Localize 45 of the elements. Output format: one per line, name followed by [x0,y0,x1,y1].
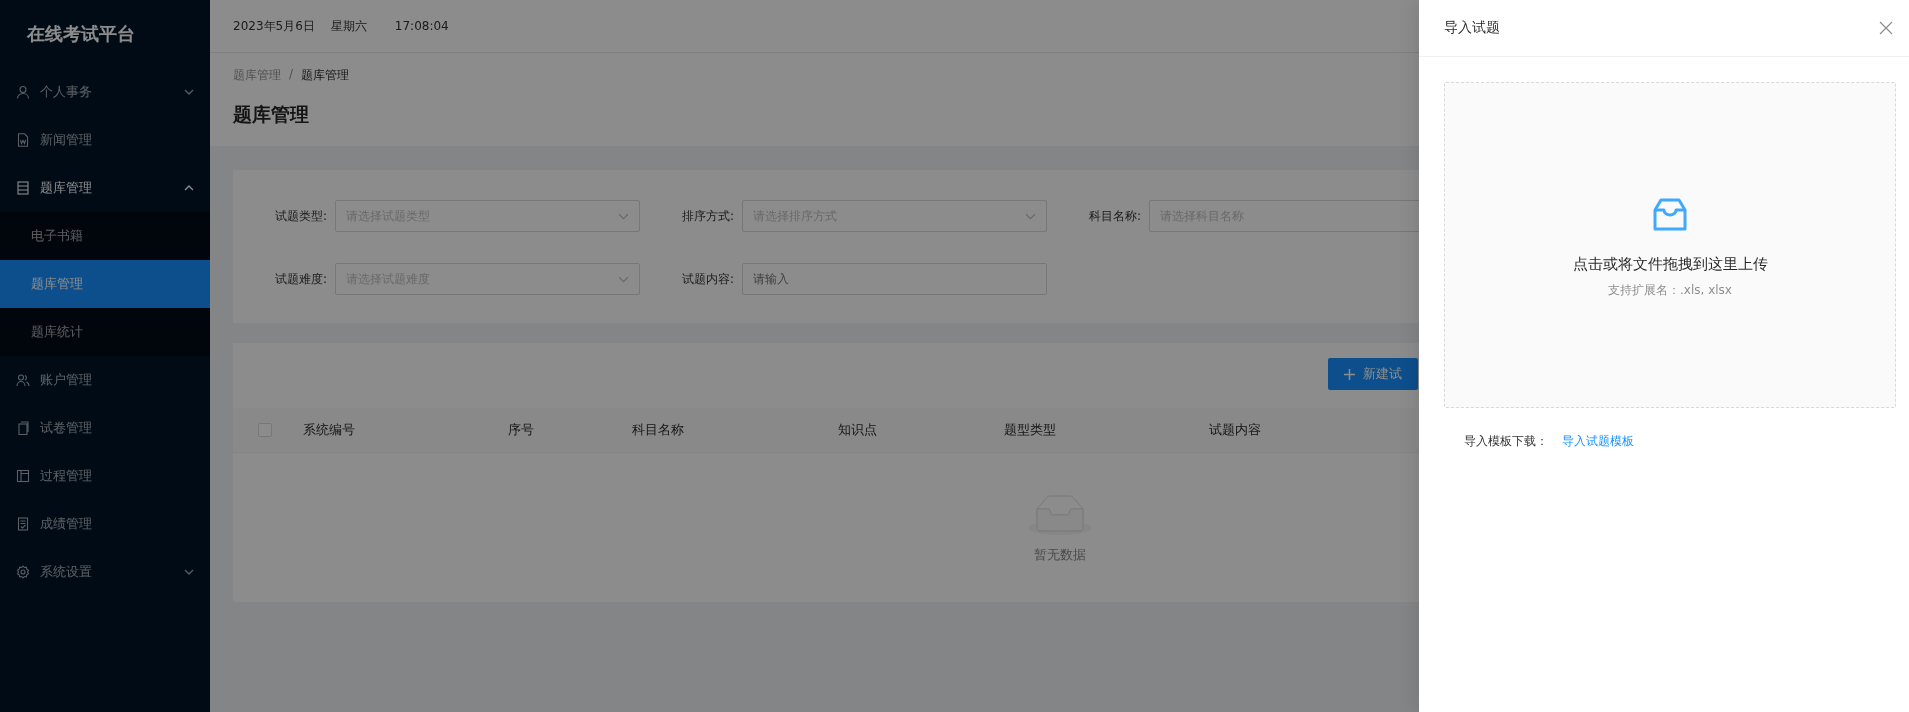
column-header: 知识点 [838,421,878,439]
column-header: 试题内容 [1209,421,1262,439]
menu-item[interactable]: 成绩管理 [0,500,210,548]
field-label: 试题类型: [273,207,328,225]
column-header: 序号 [508,421,535,439]
menu-item[interactable]: 试卷管理 [0,404,210,452]
menu-item[interactable]: 系统设置 [0,548,210,596]
field-label: 试题内容: [680,270,735,288]
menu-item[interactable]: 题库管理 [0,164,210,212]
menu-item[interactable]: 账户管理 [0,356,210,404]
weekday-text: 星期六 [330,17,367,35]
empty-text: 暂无数据 [1033,546,1086,564]
drawer-title: 导入试题 [1444,19,1500,37]
template-label: 导入模板下载： [1464,433,1548,450]
date-text: 2023年5月6日 [233,17,315,35]
field-label: 科目名称: [1087,207,1142,225]
time-text: 17:08:04 [394,19,449,33]
menu-item[interactable]: 新闻管理 [0,116,210,164]
template-link[interactable]: 导入试题模板 [1562,433,1634,450]
new-button[interactable]: 新建试 [1328,358,1418,390]
column-header: 系统编号 [303,421,356,439]
field-label: 试题难度: [273,270,328,288]
submenu-item[interactable]: 题库统计 [0,308,210,356]
submenu-item[interactable]: 题库管理 [0,260,210,308]
app-title: 在线考试平台 [27,22,135,46]
page-title: 题库管理 [233,102,310,127]
chevron-down-icon [618,212,629,220]
upload-dropzone[interactable]: 点击或将文件拖拽到这里上传 支持扩展名：.xls, xlsx [1444,82,1896,408]
upload-hint: 支持扩展名：.xls, xlsx [1608,282,1732,299]
submenu-item[interactable]: 电子书籍 [0,212,210,260]
menu-item[interactable]: 个人事务 [0,68,210,116]
breadcrumb-item: 题库管理 [301,67,350,84]
breadcrumb-separator: / [289,67,294,83]
inbox-icon [1652,197,1688,233]
menu-item[interactable]: 过程管理 [0,452,210,500]
input-field[interactable]: 请输入 [742,263,1047,295]
chevron-down-icon [1025,212,1036,220]
chevron-down-icon [618,275,629,283]
column-header: 科目名称 [632,421,685,439]
list-icon [16,181,30,195]
chevron-up-icon [184,185,194,191]
plus-icon [1344,368,1355,380]
column-header: 题型类型 [1004,421,1057,439]
field-label: 排序方式: [680,207,735,225]
upload-text: 点击或将文件拖拽到这里上传 [1572,255,1768,274]
